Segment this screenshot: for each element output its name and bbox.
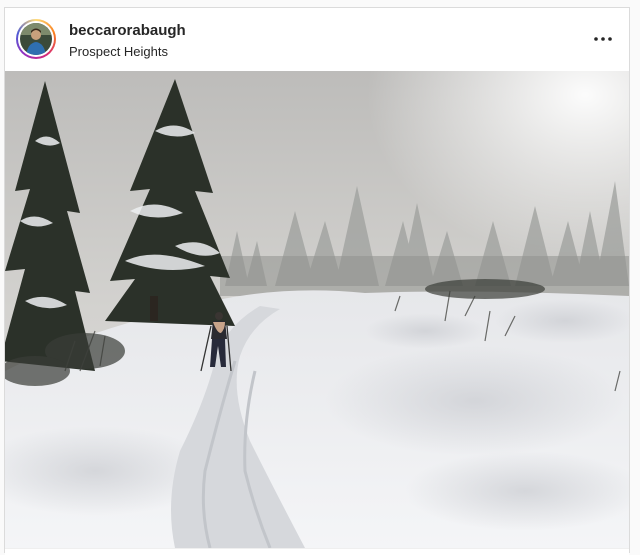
snowy-trail-image	[5, 71, 629, 548]
username-link[interactable]: beccarorabaugh	[69, 22, 186, 40]
post-card: beccarorabaugh Prospect Heights	[4, 7, 630, 555]
more-options-icon[interactable]	[591, 28, 615, 50]
avatar-image	[20, 23, 52, 55]
location-link[interactable]: Prospect Heights	[69, 43, 186, 61]
post-photo[interactable]	[5, 71, 629, 548]
user-info: beccarorabaugh Prospect Heights	[69, 22, 186, 61]
post-footer-divider	[5, 548, 629, 555]
avatar-border	[18, 21, 54, 57]
story-ring[interactable]	[16, 19, 56, 59]
post-header: beccarorabaugh Prospect Heights	[5, 8, 629, 70]
avatar[interactable]	[20, 23, 52, 55]
